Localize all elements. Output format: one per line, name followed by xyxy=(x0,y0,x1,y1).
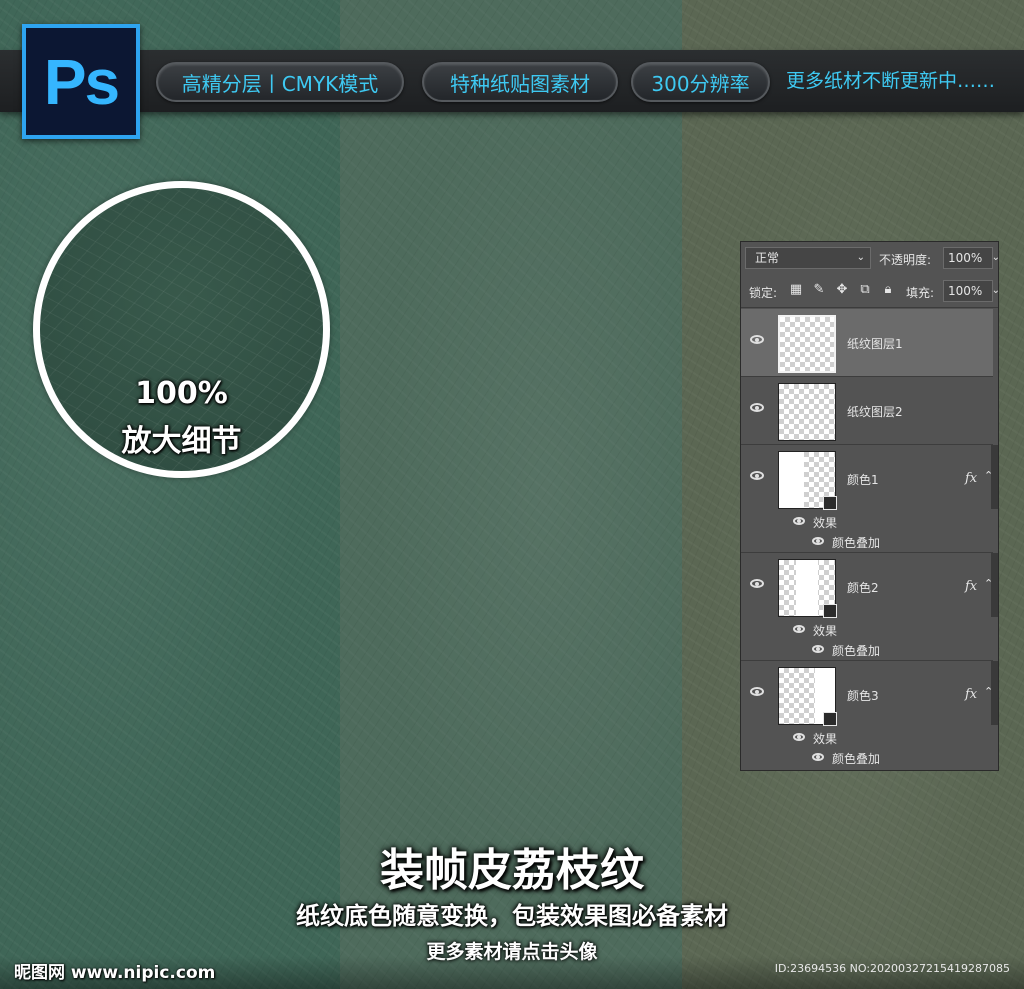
fill-label: 填充: xyxy=(906,286,935,300)
layer-thumbnail xyxy=(778,315,836,373)
smart-object-badge-icon xyxy=(823,496,837,510)
zoom-label: 放大细节 xyxy=(121,424,242,459)
site-watermark[interactable]: 昵图网 www.nipic.com xyxy=(14,958,215,983)
visibility-eye-icon[interactable] xyxy=(750,335,764,344)
visibility-eye-icon[interactable] xyxy=(793,733,805,741)
banner-pill-material: 特种纸贴图素材 xyxy=(422,62,618,102)
chevron-down-icon: ⌄ xyxy=(856,252,865,263)
layer-row-color-2[interactable]: 颜色2 fx ⌃ 效果 颜色叠加 xyxy=(741,553,993,661)
fx-icon[interactable]: fx xyxy=(965,687,977,702)
layer-row-color-3[interactable]: 颜色3 fx ⌃ 效果 颜色叠加 xyxy=(741,661,993,770)
fx-icon[interactable]: fx xyxy=(965,579,977,594)
photoshop-logo-text: Ps xyxy=(43,45,120,118)
visibility-eye-icon[interactable] xyxy=(750,471,764,480)
chevron-down-icon[interactable]: ⌄ xyxy=(992,281,998,301)
banner-pill-resolution: 300分辨率 xyxy=(631,62,770,102)
opacity-input[interactable]: 100% ⌄ xyxy=(943,247,998,269)
layer-thumbnail xyxy=(778,451,837,510)
layer-row-color-1[interactable]: 颜色1 fx ⌃ 效果 颜色叠加 xyxy=(741,445,993,553)
fx-icon[interactable]: fx xyxy=(965,471,977,486)
opacity-label: 不透明度: xyxy=(879,253,932,267)
lock-row: 锁定: ▦ ✎ ✥ ⧉ 🔒︎ 填充: 100% ⌄ xyxy=(741,276,998,308)
photoshop-logo-icon: Ps xyxy=(22,24,140,139)
visibility-eye-icon[interactable] xyxy=(750,403,764,412)
checker-lock-icon[interactable]: ▦ xyxy=(788,282,804,297)
banner-update-note: 更多纸材不断更新中…… xyxy=(786,70,996,92)
subtitle: 纸纹底色随意变换，包装效果图必备素材 xyxy=(296,902,728,930)
image-id: ID:23694536 NO:20200327215419287085 xyxy=(774,962,1010,975)
visibility-eye-icon[interactable] xyxy=(812,537,824,545)
smart-object-badge-icon xyxy=(823,604,837,618)
effects-label: 效果 xyxy=(813,516,838,530)
layer-name: 纸纹图层1 xyxy=(847,337,903,351)
effects-label: 效果 xyxy=(813,732,838,746)
layer-row-paper-1[interactable]: 纸纹图层1 xyxy=(741,309,993,377)
visibility-eye-icon[interactable] xyxy=(750,687,764,696)
visibility-eye-icon[interactable] xyxy=(750,579,764,588)
layer-thumbnail xyxy=(778,667,837,726)
effect-name: 颜色叠加 xyxy=(832,644,881,658)
effects-label: 效果 xyxy=(813,624,838,638)
lock-label: 锁定: xyxy=(749,286,778,300)
padlock-icon[interactable]: 🔒︎ xyxy=(880,282,896,297)
move-lock-icon[interactable]: ✥ xyxy=(834,282,850,297)
layer-name: 颜色1 xyxy=(847,473,879,487)
banner-pill-layers: 高精分层丨CMYK模式 xyxy=(156,62,404,102)
visibility-eye-icon[interactable] xyxy=(812,753,824,761)
visibility-eye-icon[interactable] xyxy=(793,625,805,633)
artboard-lock-icon[interactable]: ⧉ xyxy=(857,282,873,297)
main-title: 装帧皮荔枝纹 xyxy=(380,845,644,896)
layer-row-paper-2[interactable]: 纸纹图层2 xyxy=(741,377,993,445)
blend-mode-select[interactable]: 正常 ⌄ xyxy=(745,247,871,269)
visibility-eye-icon[interactable] xyxy=(793,517,805,525)
layer-name: 颜色2 xyxy=(847,581,879,595)
zoom-percent: 100% xyxy=(135,376,228,411)
fill-input[interactable]: 100% ⌄ xyxy=(943,280,998,302)
scrollbar[interactable] xyxy=(991,553,998,617)
brush-lock-icon[interactable]: ✎ xyxy=(811,282,827,297)
scrollbar[interactable] xyxy=(991,661,998,725)
layers-panel: 正常 ⌄ 不透明度: 100% ⌄ 锁定: ▦ ✎ ✥ ⧉ 🔒︎ 填充: 100… xyxy=(740,241,999,771)
smart-object-badge-icon xyxy=(823,712,837,726)
opacity-value: 100% xyxy=(948,251,983,265)
effect-name: 颜色叠加 xyxy=(832,752,881,766)
chevron-down-icon[interactable]: ⌄ xyxy=(992,248,998,268)
layer-name: 颜色3 xyxy=(847,689,879,703)
layers-panel-header: 正常 ⌄ 不透明度: 100% ⌄ xyxy=(741,242,998,276)
layer-thumbnail xyxy=(778,383,836,441)
layer-thumbnail xyxy=(778,559,837,618)
fill-value: 100% xyxy=(948,284,983,298)
visibility-eye-icon[interactable] xyxy=(812,645,824,653)
blend-mode-value: 正常 xyxy=(755,251,780,265)
zoom-detail-circle: 100% 放大细节 xyxy=(33,181,330,478)
scrollbar[interactable] xyxy=(991,445,998,509)
layer-name: 纸纹图层2 xyxy=(847,405,903,419)
effect-name: 颜色叠加 xyxy=(832,536,881,550)
